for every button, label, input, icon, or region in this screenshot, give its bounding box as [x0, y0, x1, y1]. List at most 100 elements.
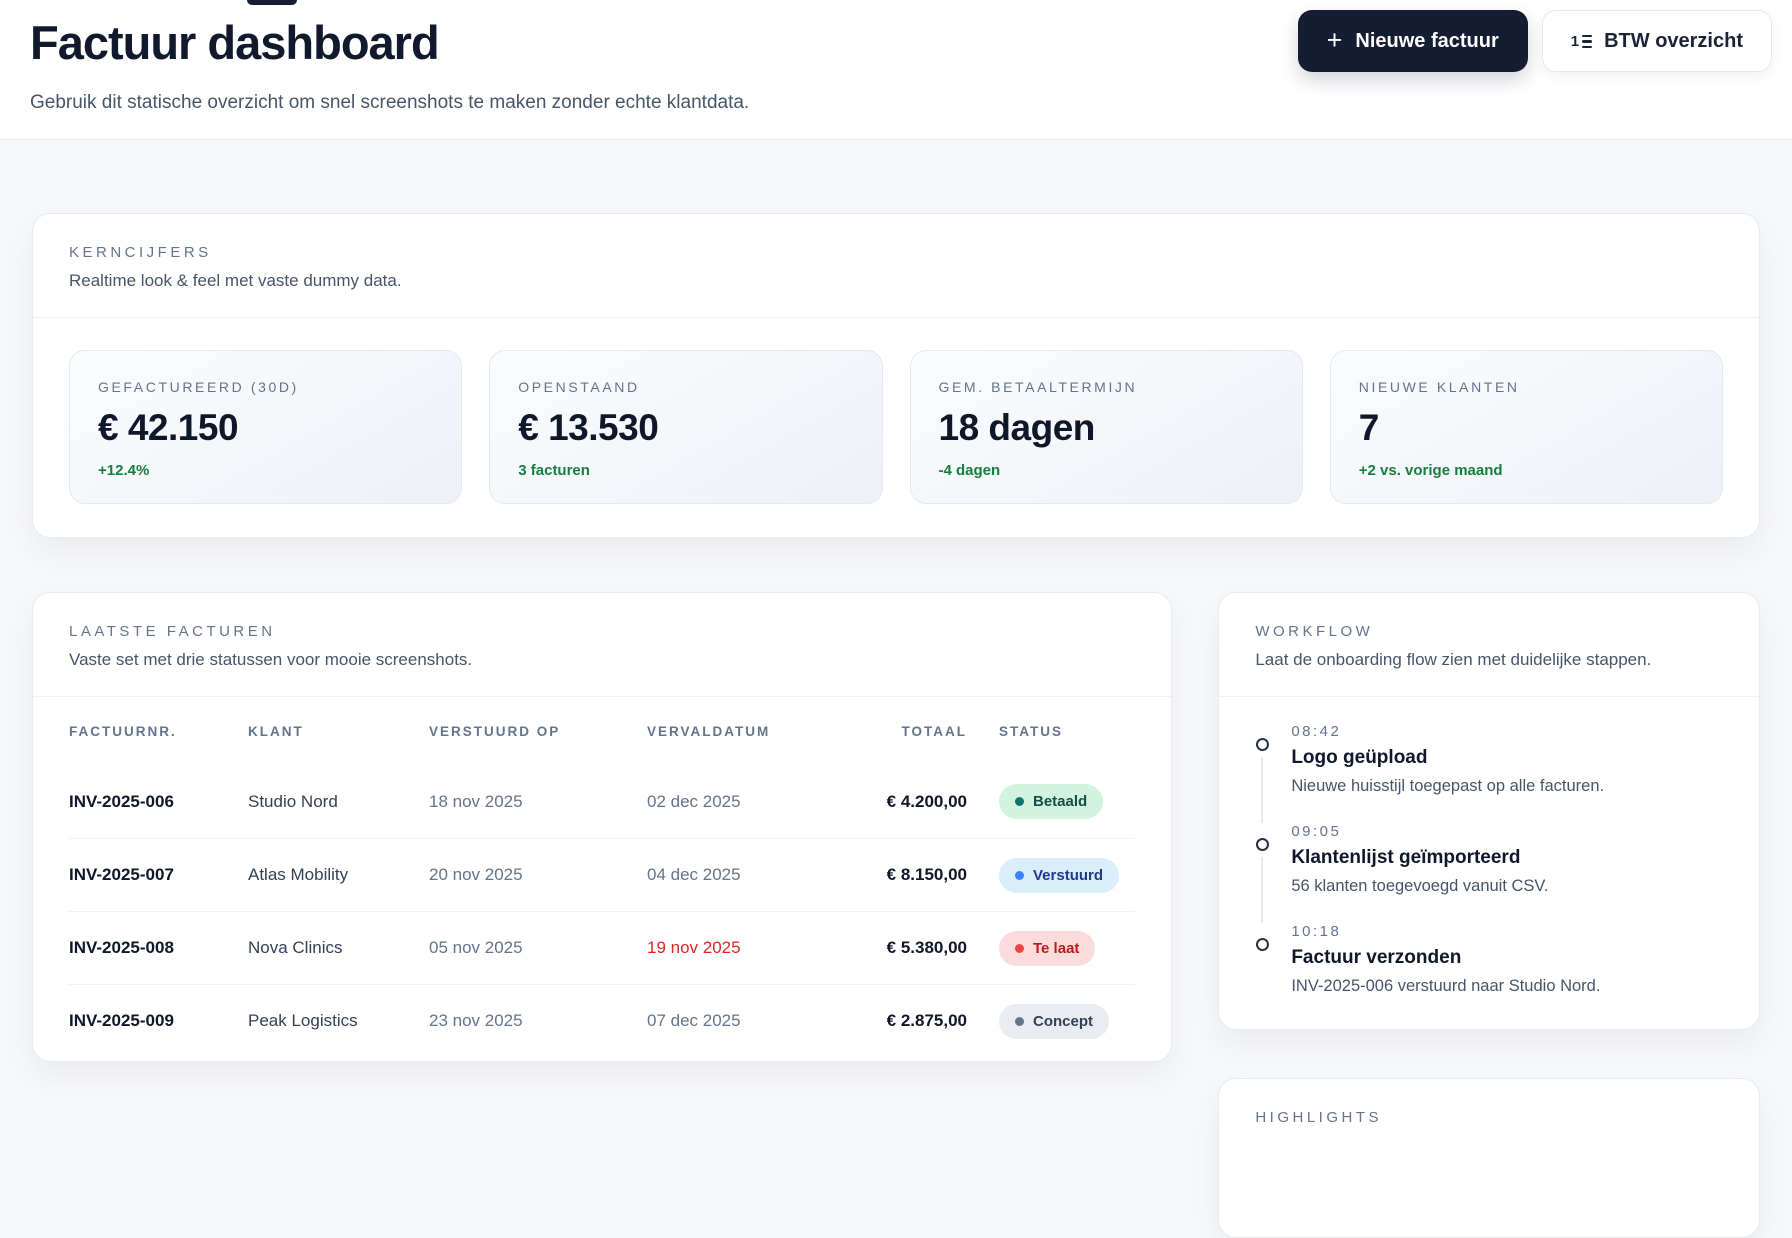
- status-dot: [1015, 797, 1024, 806]
- invoices-section-header: LAATSTE FACTUREN Vaste set met drie stat…: [33, 593, 1172, 697]
- invoices-section-subtitle: Vaste set met drie statussen voor mooie …: [69, 650, 473, 669]
- workflow-section-header: WORKFLOW Laat de onboarding flow zien me…: [1219, 593, 1759, 697]
- column-header-status: STATUS: [999, 723, 1063, 739]
- invoice-sent-date: 05 nov 2025: [429, 938, 523, 957]
- stat-delta: -4 dagen: [938, 462, 1001, 479]
- column-header-vervaldatum: VERVALDATUM: [647, 723, 771, 739]
- invoice-number: INV-2025-009: [69, 1011, 174, 1030]
- stat-card-nieuwe-klanten: NIEUWE KLANTEN 7 +2 vs. vorige maand: [1329, 350, 1723, 504]
- step-description: 56 klanten toegevoegd vanuit CSV.: [1291, 877, 1549, 895]
- stat-label: GEM. BETAALTERMIJN: [938, 379, 1138, 395]
- timeline-circle-icon: [1255, 738, 1269, 751]
- invoice-total: € 4.200,00: [886, 791, 967, 811]
- page-header-text: Factuur dashboard Gebruik dit statische …: [30, 10, 749, 114]
- invoice-number: INV-2025-008: [69, 938, 174, 957]
- invoice-due-date: 04 dec 2025: [647, 865, 741, 884]
- invoice-total: € 2.875,00: [886, 1011, 967, 1030]
- stat-value: 7: [1358, 407, 1380, 448]
- stat-value: € 13.530: [518, 407, 659, 448]
- invoice-client: Peak Logistics: [248, 1011, 358, 1030]
- timeline-circle-icon: [1255, 838, 1269, 851]
- stat-card-openstaand: OPENSTAAND € 13.530 3 facturen: [489, 350, 883, 504]
- invoice-client: Studio Nord: [248, 791, 338, 811]
- invoice-due-date-overdue: 19 nov 2025: [647, 938, 741, 957]
- stat-card-betaaltermijn: GEM. BETAALTERMIJN 18 dagen -4 dagen: [909, 350, 1303, 504]
- column-header-klant: KLANT: [248, 723, 304, 739]
- workflow-step: 09:05 Klantenlijst geïmporteerd 56 klant…: [1255, 823, 1723, 923]
- stat-value: 18 dagen: [938, 407, 1096, 448]
- status-badge-verstuurd: Verstuurd: [999, 857, 1120, 893]
- workflow-section-subtitle: Laat de onboarding flow zien met duideli…: [1255, 650, 1652, 669]
- table-header-row: FACTUURNR. KLANT VERSTUURD OP VERVALDATU…: [69, 697, 1135, 765]
- status-dot: [1015, 1016, 1024, 1026]
- workflow-section-label: WORKFLOW: [1255, 623, 1374, 640]
- step-description: INV-2025-006 verstuurd naar Studio Nord.: [1291, 977, 1601, 995]
- timeline-connector: [1261, 757, 1264, 823]
- stat-label: OPENSTAAND: [518, 379, 640, 395]
- list-ordered-icon: 1: [1571, 34, 1593, 49]
- stat-delta: 3 facturen: [518, 462, 590, 479]
- invoice-due-date: 02 dec 2025: [647, 791, 741, 811]
- btw-overview-button[interactable]: 1 BTW overzicht: [1541, 10, 1772, 72]
- status-badge-concept: Concept: [999, 1003, 1109, 1039]
- table-row[interactable]: INV-2025-008 Nova Clinics 05 nov 2025 19…: [69, 911, 1136, 984]
- workflow-step: 10:18 Factuur verzonden INV-2025-006 ver…: [1255, 923, 1723, 1023]
- step-description: Nieuwe huisstijl toegepast op alle factu…: [1291, 777, 1605, 795]
- stat-label: GEFACTUREERD (30D): [98, 379, 299, 395]
- latest-invoices-section: LAATSTE FACTUREN Vaste set met drie stat…: [32, 592, 1173, 1062]
- invoice-due-date: 07 dec 2025: [647, 1011, 741, 1030]
- page-header: Factuur dashboard Gebruik dit statische …: [0, 0, 1792, 140]
- page-subtitle: Gebruik dit statische overzicht om snel …: [30, 92, 750, 113]
- invoice-total: € 8.150,00: [886, 865, 967, 884]
- btw-overview-button-label: BTW overzicht: [1604, 29, 1743, 52]
- page-title: Factuur dashboard: [30, 16, 440, 69]
- step-title: Klantenlijst geïmporteerd: [1291, 847, 1521, 868]
- stat-card-gefactureerd: GEFACTUREERD (30D) € 42.150 +12.4%: [69, 350, 463, 504]
- step-time: 08:42: [1291, 723, 1342, 740]
- column-header-factuurnr: FACTUURNR.: [69, 723, 177, 739]
- invoice-sent-date: 23 nov 2025: [429, 1011, 523, 1030]
- timeline-connector: [1261, 857, 1264, 923]
- kpi-section-header: KERNCIJFERS Realtime look & feel met vas…: [33, 214, 1759, 318]
- status-badge-te-laat: Te laat: [999, 930, 1096, 966]
- step-title: Factuur verzonden: [1291, 947, 1462, 968]
- page-content: KERNCIJFERS Realtime look & feel met vas…: [0, 140, 1792, 1238]
- status-dot: [1015, 943, 1024, 953]
- invoice-sent-date: 18 nov 2025: [429, 791, 523, 811]
- invoice-total: € 5.380,00: [886, 938, 967, 957]
- table-row[interactable]: INV-2025-007 Atlas Mobility 20 nov 2025 …: [69, 838, 1136, 911]
- invoice-number: INV-2025-006: [69, 791, 174, 811]
- stat-delta: +12.4%: [98, 462, 150, 479]
- stat-label: NIEUWE KLANTEN: [1358, 379, 1520, 395]
- workflow-step: 08:42 Logo geüpload Nieuwe huisstijl toe…: [1255, 723, 1723, 823]
- kpi-section: KERNCIJFERS Realtime look & feel met vas…: [32, 213, 1760, 538]
- column-header-verstuurd-op: VERSTUURD OP: [429, 723, 561, 739]
- invoice-client: Nova Clinics: [248, 938, 343, 957]
- invoice-sent-date: 20 nov 2025: [429, 865, 523, 884]
- kpi-section-label: KERNCIJFERS: [69, 244, 212, 261]
- new-invoice-button[interactable]: + Nieuwe factuur: [1297, 10, 1528, 72]
- right-column: WORKFLOW Laat de onboarding flow zien me…: [1218, 592, 1760, 1238]
- plus-icon: +: [1326, 24, 1343, 55]
- workflow-timeline: 08:42 Logo geüpload Nieuwe huisstijl toe…: [1219, 697, 1759, 1029]
- highlights-section: HIGHLIGHTS: [1218, 1078, 1760, 1238]
- invoice-number: INV-2025-007: [69, 865, 174, 884]
- step-title: Logo geüpload: [1291, 747, 1428, 768]
- kpi-cards: GEFACTUREERD (30D) € 42.150 +12.4% OPENS…: [33, 318, 1759, 537]
- header-actions: + Nieuwe factuur 1 BTW overzicht: [1297, 10, 1772, 72]
- invoices-section-label: LAATSTE FACTUREN: [69, 623, 276, 640]
- table-row[interactable]: INV-2025-009 Peak Logistics 23 nov 2025 …: [69, 984, 1136, 1057]
- kpi-section-subtitle: Realtime look & feel met vaste dummy dat…: [69, 271, 402, 290]
- stat-delta: +2 vs. vorige maand: [1358, 462, 1503, 479]
- table-row[interactable]: INV-2025-006 Studio Nord 18 nov 2025 02 …: [69, 765, 1135, 838]
- step-time: 10:18: [1291, 923, 1342, 940]
- timeline-circle-icon: [1255, 938, 1269, 951]
- invoice-client: Atlas Mobility: [248, 865, 349, 884]
- step-time: 09:05: [1291, 823, 1342, 840]
- column-header-totaal: TOTAAL: [901, 723, 967, 739]
- invoices-table: FACTUURNR. KLANT VERSTUURD OP VERVALDATU…: [33, 697, 1171, 1061]
- status-badge-betaald: Betaald: [999, 784, 1104, 819]
- clipped-toolbar-fragment: [247, 0, 297, 5]
- stat-value: € 42.150: [98, 407, 239, 448]
- workflow-section: WORKFLOW Laat de onboarding flow zien me…: [1218, 592, 1760, 1030]
